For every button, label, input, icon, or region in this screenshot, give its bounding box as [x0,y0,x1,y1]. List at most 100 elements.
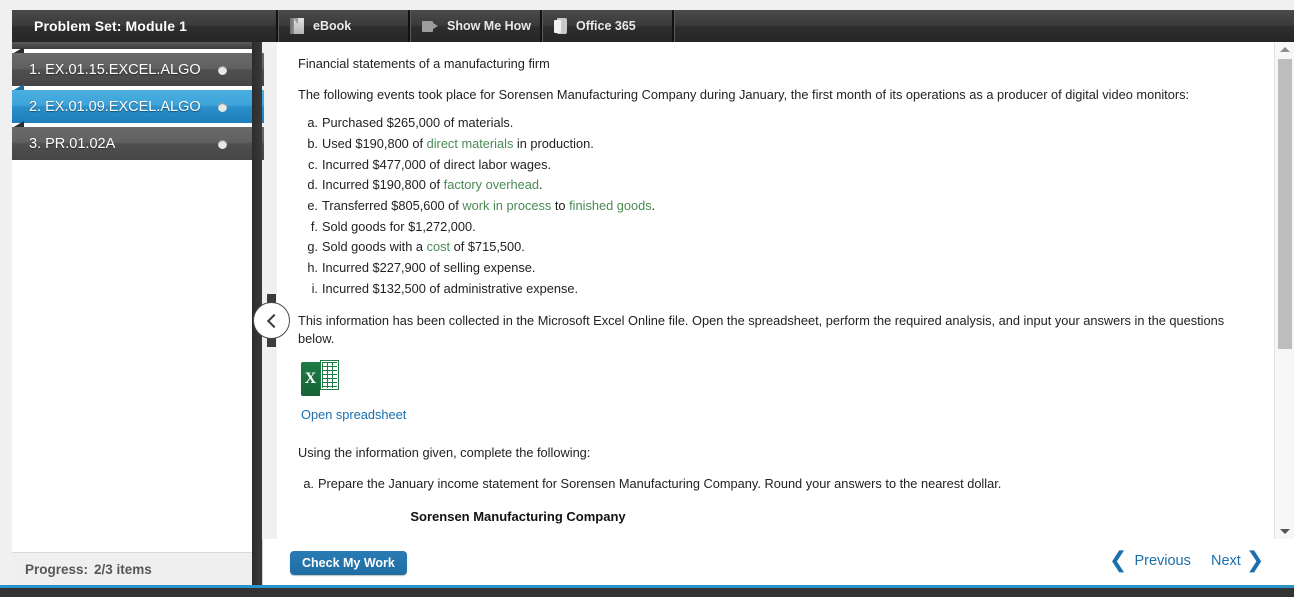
event-marker: g. [307,239,318,255]
previous-label: Previous [1134,553,1191,569]
event-item: a. Purchased $265,000 of materials. [298,114,1251,132]
excel-icon-letter: X [304,369,317,387]
glossary-term[interactable]: work in process [462,198,551,213]
event-item: i. Incurred $132,500 of administrative ex… [298,280,1251,298]
next-label: Next [1211,553,1241,569]
tab-show-me-how-label: Show Me How [447,19,532,33]
event-list: a. Purchased $265,000 of materials. b. Used… [298,114,1251,297]
tab-office-365-label: Office 365 [576,19,636,33]
check-my-work-button[interactable]: Check My Work [290,551,407,575]
scrollbar-thumb[interactable] [1278,59,1292,349]
statement-company-name: Sorensen Manufacturing Company [410,508,626,524]
glossary-term[interactable]: finished goods [569,198,652,213]
event-text: Transferred $805,600 of work in process … [322,197,655,215]
excel-instructions: This information has been collected in t… [298,312,1225,346]
event-text-segment: Purchased $265,000 of materials. [322,115,514,131]
sidebar-item-3-status-dot [218,140,227,149]
event-text: Incurred $132,500 of administrative expe… [322,280,578,298]
problem-lead: The following events took place for Sore… [298,87,1190,103]
sidebar-collapse-button[interactable] [253,294,290,347]
sidebar-item-1[interactable]: 1. EX.01.15.EXCEL.ALGO [12,47,264,86]
event-marker: c. [308,156,318,172]
action-bar: Check My Work ❮ Previous Next ❯ [262,539,1294,586]
content-scrollbar[interactable] [1274,42,1294,539]
event-text: Incurred $190,800 of factory overhead. [322,176,543,194]
event-marker: i. [311,280,318,296]
event-item: c. Incurred $477,000 of direct labor wage… [298,156,1251,174]
question-body: Financial statements of a manufacturing … [277,42,1265,539]
problem-intro: Financial statements of a manufacturing … [298,56,550,71]
event-text-segment: in production. [513,135,594,151]
event-text-segment: Transferred $805,600 of [322,197,463,213]
sidebar-item-3[interactable]: 3. PR.01.02A [12,121,264,160]
task-a: a. Prepare the January income statement … [298,475,1251,493]
using-information-text: Using the information given, complete th… [298,445,591,461]
event-text-segment: Incurred $132,500 of administrative expe… [322,280,579,296]
event-marker: f. [310,218,318,234]
event-text: Purchased $265,000 of materials. [322,114,513,132]
event-text-segment: to [551,197,570,213]
tab-separator [672,10,674,42]
scroll-up-icon[interactable] [1275,42,1294,57]
page-root: Problem Set: Module 1 eBook Show Me How … [0,0,1294,597]
event-item: b. Used $190,800 of direct materials in p… [298,135,1251,153]
app-header: Problem Set: Module 1 eBook Show Me How … [12,10,1294,42]
glossary-term[interactable]: factory overhead [444,177,539,192]
event-text-segment: . [539,177,543,193]
event-marker: h. [307,259,318,275]
event-item: h. Incurred $227,900 of selling expense. [298,259,1251,277]
assignment-sidebar: 1. EX.01.15.EXCEL.ALGO 2. EX.01.09.EXCEL… [12,42,264,552]
sidebar-item-1-label: 1. EX.01.15.EXCEL.ALGO [29,61,201,78]
book-icon [290,18,304,34]
chevron-left-icon: ❮ [1109,548,1128,573]
tab-office-365[interactable]: Office 365 [542,10,672,42]
event-text: Sold goods with a cost of $715,500. [322,238,525,256]
progress-label: Progress: [25,561,89,577]
event-text: Incurred $227,900 of selling expense. [322,259,535,277]
excel-icon[interactable]: X [301,360,339,398]
sidebar-top-bar [12,42,252,49]
event-marker: b. [307,135,318,151]
event-text: Sold goods for $1,272,000. [322,218,476,236]
event-text-segment: Used $190,800 of [322,135,427,151]
event-text: Used $190,800 of direct materials in pro… [322,135,594,153]
glossary-term[interactable]: direct materials [427,136,514,151]
left-gutter [0,0,12,585]
sidebar-item-2-label: 2. EX.01.09.EXCEL.ALGO [29,98,201,115]
event-text: Incurred $477,000 of direct labor wages. [322,156,551,174]
event-marker: e. [307,197,318,213]
bottom-dark-bar [0,588,1294,597]
progress-footer: Progress: 2/3 items [12,552,252,585]
event-text-segment: Incurred $190,800 of [322,177,444,193]
excel-icon-sheet [320,360,339,391]
event-text-segment: . [651,197,656,213]
event-item: e. Transferred $805,600 of work in proces… [298,197,1251,215]
event-text-segment: Sold goods for $1,272,000. [322,218,476,234]
sidebar-item-3-label: 3. PR.01.02A [29,135,116,152]
event-item: d. Incurred $190,800 of factory overhead. [298,176,1251,194]
chevron-right-icon: ❯ [1245,548,1265,573]
glossary-term[interactable]: cost [427,239,450,254]
task-a-marker: a. [303,476,314,492]
tab-ebook-label: eBook [313,19,352,33]
question-content-pane: Financial statements of a manufacturing … [277,42,1294,539]
event-text-segment: Sold goods with a [322,239,427,255]
previous-button[interactable]: ❮ Previous [1109,550,1191,572]
event-marker: a. [307,115,318,131]
event-marker: d. [307,177,318,193]
progress-value: 2/3 items [94,561,152,577]
collapse-circle [253,302,290,339]
excel-icon-panel: X [301,362,320,397]
page-title: Problem Set: Module 1 [34,18,188,34]
event-text-segment: Incurred $227,900 of selling expense. [322,259,536,275]
spreadsheet-block: X Open spreadsheet [301,360,1251,424]
next-button[interactable]: Next ❯ [1211,550,1264,572]
event-text-segment: of $715,500. [450,239,525,255]
tab-ebook[interactable]: eBook [278,10,408,42]
video-icon [422,20,438,33]
scroll-down-icon[interactable] [1275,524,1294,539]
event-item: f. Sold goods for $1,272,000. [298,218,1251,236]
open-spreadsheet-link[interactable]: Open spreadsheet [301,406,406,424]
sidebar-item-2[interactable]: 2. EX.01.09.EXCEL.ALGO [12,84,264,123]
tab-show-me-how[interactable]: Show Me How [410,10,540,42]
